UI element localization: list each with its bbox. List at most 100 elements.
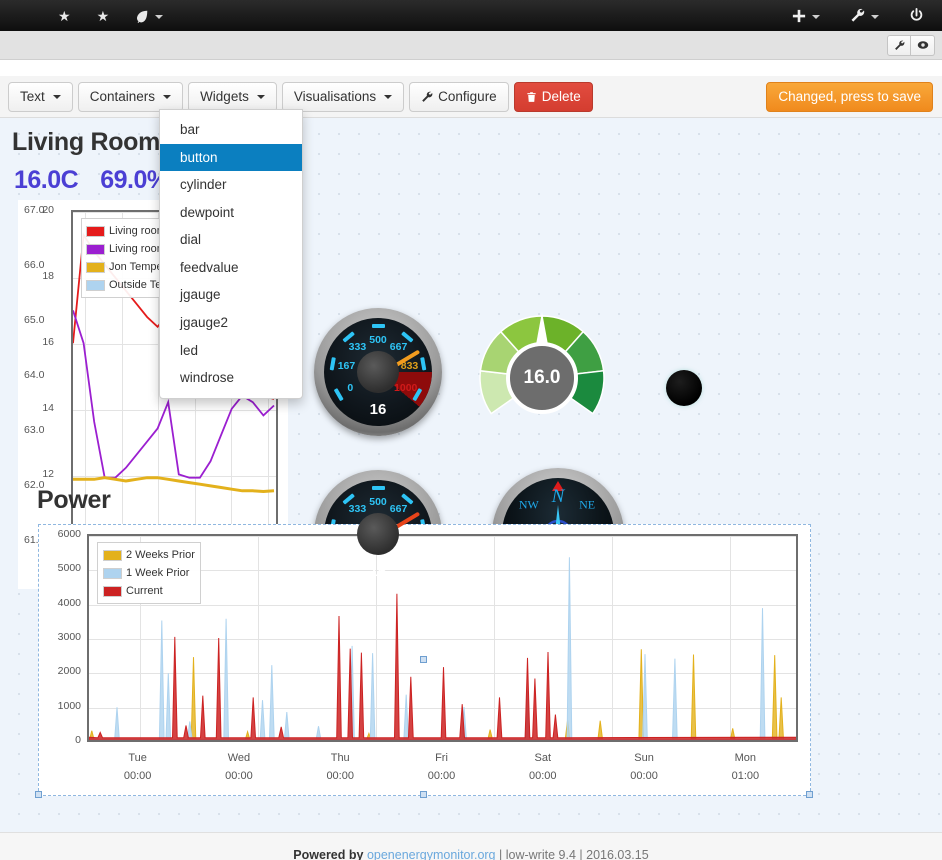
dial-scale-label: 500 [369, 496, 387, 508]
living-room-readouts: 16.0C 69.0% [14, 166, 169, 195]
x-axis-time-label: 00:00 [123, 770, 152, 782]
page-footer: Powered by openenergymonitor.org | low-w… [0, 832, 942, 860]
y-axis-tick-left: 67.0 [24, 204, 45, 216]
eye-icon [917, 41, 928, 49]
jgauge-widget[interactable]: 16.0 [471, 306, 613, 438]
y-axis-tick: 2000 [57, 665, 81, 678]
configure-label: Configure [438, 89, 497, 104]
dashboard-canvas: Living Room 16.0C 69.0% Living room T Liv… [0, 118, 942, 832]
leaf-dropdown[interactable] [135, 9, 164, 23]
star-icon[interactable]: ★ [58, 9, 71, 23]
wrench-icon [422, 91, 433, 102]
widget-menu-item-jgauge[interactable]: jgauge [160, 281, 302, 309]
resize-handle-right[interactable] [806, 791, 813, 798]
x-axis-day-label: Sun [634, 752, 654, 764]
y-axis-tick-left: 64.0 [24, 369, 45, 381]
page-title-living-room: Living Room [12, 128, 161, 156]
logout-button[interactable] [909, 8, 924, 23]
legend-swatch [86, 225, 105, 237]
wrench-icon [851, 8, 865, 22]
y-axis-tick: 1000 [57, 699, 81, 712]
eye-icon-button[interactable] [911, 34, 935, 56]
power-chart-legend: 2 Weeks Prior 1 Week Prior Current [97, 542, 201, 604]
widget-menu-item-dial[interactable]: dial [160, 226, 302, 254]
spacer-strip [0, 60, 942, 76]
editor-toolbar: Text Containers Widgets Visualisations C… [0, 76, 942, 118]
widget-menu-item-button[interactable]: button [160, 143, 302, 172]
resize-handle-left[interactable] [35, 791, 42, 798]
widgets-menu-label: Widgets [200, 89, 249, 104]
dial-scale-label: 0 [347, 382, 354, 394]
leaf-icon [137, 10, 148, 23]
dial-tick [371, 486, 385, 490]
trash-icon [527, 91, 536, 102]
legend-swatch [103, 549, 122, 561]
navbar-right-group [792, 8, 924, 23]
legend-swatch [103, 585, 122, 597]
widget-menu-item-bar[interactable]: bar [160, 116, 302, 144]
dial-scale-label: 667 [389, 503, 408, 516]
temperature-readout: 16.0C [14, 166, 79, 194]
delete-label: Delete [541, 89, 581, 104]
containers-menu-label: Containers [89, 89, 156, 104]
y-axis-tick: 6000 [57, 528, 81, 540]
save-button[interactable]: Changed, press to save [766, 81, 933, 112]
dial-gauge-2-hub [357, 513, 399, 555]
delete-button[interactable]: Delete [513, 81, 593, 112]
x-axis-time-label: 00:00 [427, 770, 456, 782]
power-chart-plot: 2 Weeks Prior 1 Week Prior Current [87, 534, 798, 742]
x-axis-time-label: 00:00 [529, 770, 557, 782]
y-axis-tick-left: 66.0 [24, 259, 45, 271]
add-dropdown[interactable] [792, 9, 820, 23]
widget-menu-item-cylinder[interactable]: cylinder [160, 171, 302, 199]
led-widget[interactable] [666, 370, 702, 406]
x-axis-day-label: Sat [534, 752, 552, 764]
x-axis-day-label: Wed [227, 752, 251, 764]
dial-gauge-1-hub [357, 351, 399, 393]
dial-gauge-1[interactable]: 0 167 333 500 667 833 1000 16 [314, 308, 442, 436]
widget-menu-item-jgauge2[interactable]: jgauge2 [160, 309, 302, 337]
dial-scale-label: 167 [337, 360, 356, 373]
legend-swatch [103, 567, 122, 579]
legend-label: 1 Week Prior [126, 567, 190, 579]
plus-icon [792, 9, 806, 22]
page-title-power: Power [37, 486, 111, 514]
widget-menu-item-led[interactable]: led [160, 337, 302, 365]
y-axis-tick: 4000 [57, 596, 81, 609]
x-axis-time-label: 00:00 [630, 770, 658, 782]
view-mode-button-group [887, 34, 935, 56]
power-icon [910, 8, 923, 21]
y-axis-tick-right: 18 [42, 270, 54, 282]
visualisations-menu-label: Visualisations [293, 89, 377, 104]
widget-menu-item-windrose[interactable]: windrose [160, 364, 302, 392]
dial-tick [371, 324, 385, 328]
legend-item: Current [103, 582, 195, 600]
tools-dropdown[interactable] [850, 8, 879, 23]
y-axis-tick: 5000 [57, 562, 81, 575]
wrench-icon [894, 40, 904, 50]
star-icon[interactable]: ★ [97, 9, 110, 23]
widget-menu-item-dewpoint[interactable]: dewpoint [160, 199, 302, 227]
dial-gauge-2-value: 16 [369, 563, 387, 580]
wrench-icon-button[interactable] [887, 34, 911, 56]
configure-button[interactable]: Configure [409, 81, 509, 112]
visualisations-menu-button[interactable]: Visualisations [281, 81, 405, 112]
x-axis-day-label: Fri [435, 752, 448, 764]
footer-link[interactable]: openenergymonitor.org [367, 848, 496, 860]
text-menu-button[interactable]: Text [8, 81, 73, 112]
widget-menu-item-feedvalue[interactable]: feedvalue [160, 254, 302, 282]
widgets-menu-button[interactable]: Widgets [188, 81, 277, 112]
top-navbar: ★ ★ [0, 0, 942, 31]
dial-scale-label: 333 [348, 503, 367, 516]
y-axis-tick-left: 63.0 [24, 424, 45, 436]
navbar-left-group: ★ ★ [0, 9, 164, 23]
footer-separator-2: | [579, 847, 583, 860]
containers-menu-button[interactable]: Containers [77, 81, 184, 112]
legend-label: 2 Weeks Prior [126, 549, 195, 561]
dial-scale-label: 333 [348, 341, 367, 354]
chevron-down-icon [163, 94, 172, 99]
resize-handle-center[interactable] [420, 791, 427, 798]
legend-swatch [86, 279, 105, 291]
resize-handle-top[interactable] [420, 656, 427, 663]
widgets-dropdown-menu: bar button cylinder dewpoint dial feedvalue jg… [159, 109, 303, 399]
